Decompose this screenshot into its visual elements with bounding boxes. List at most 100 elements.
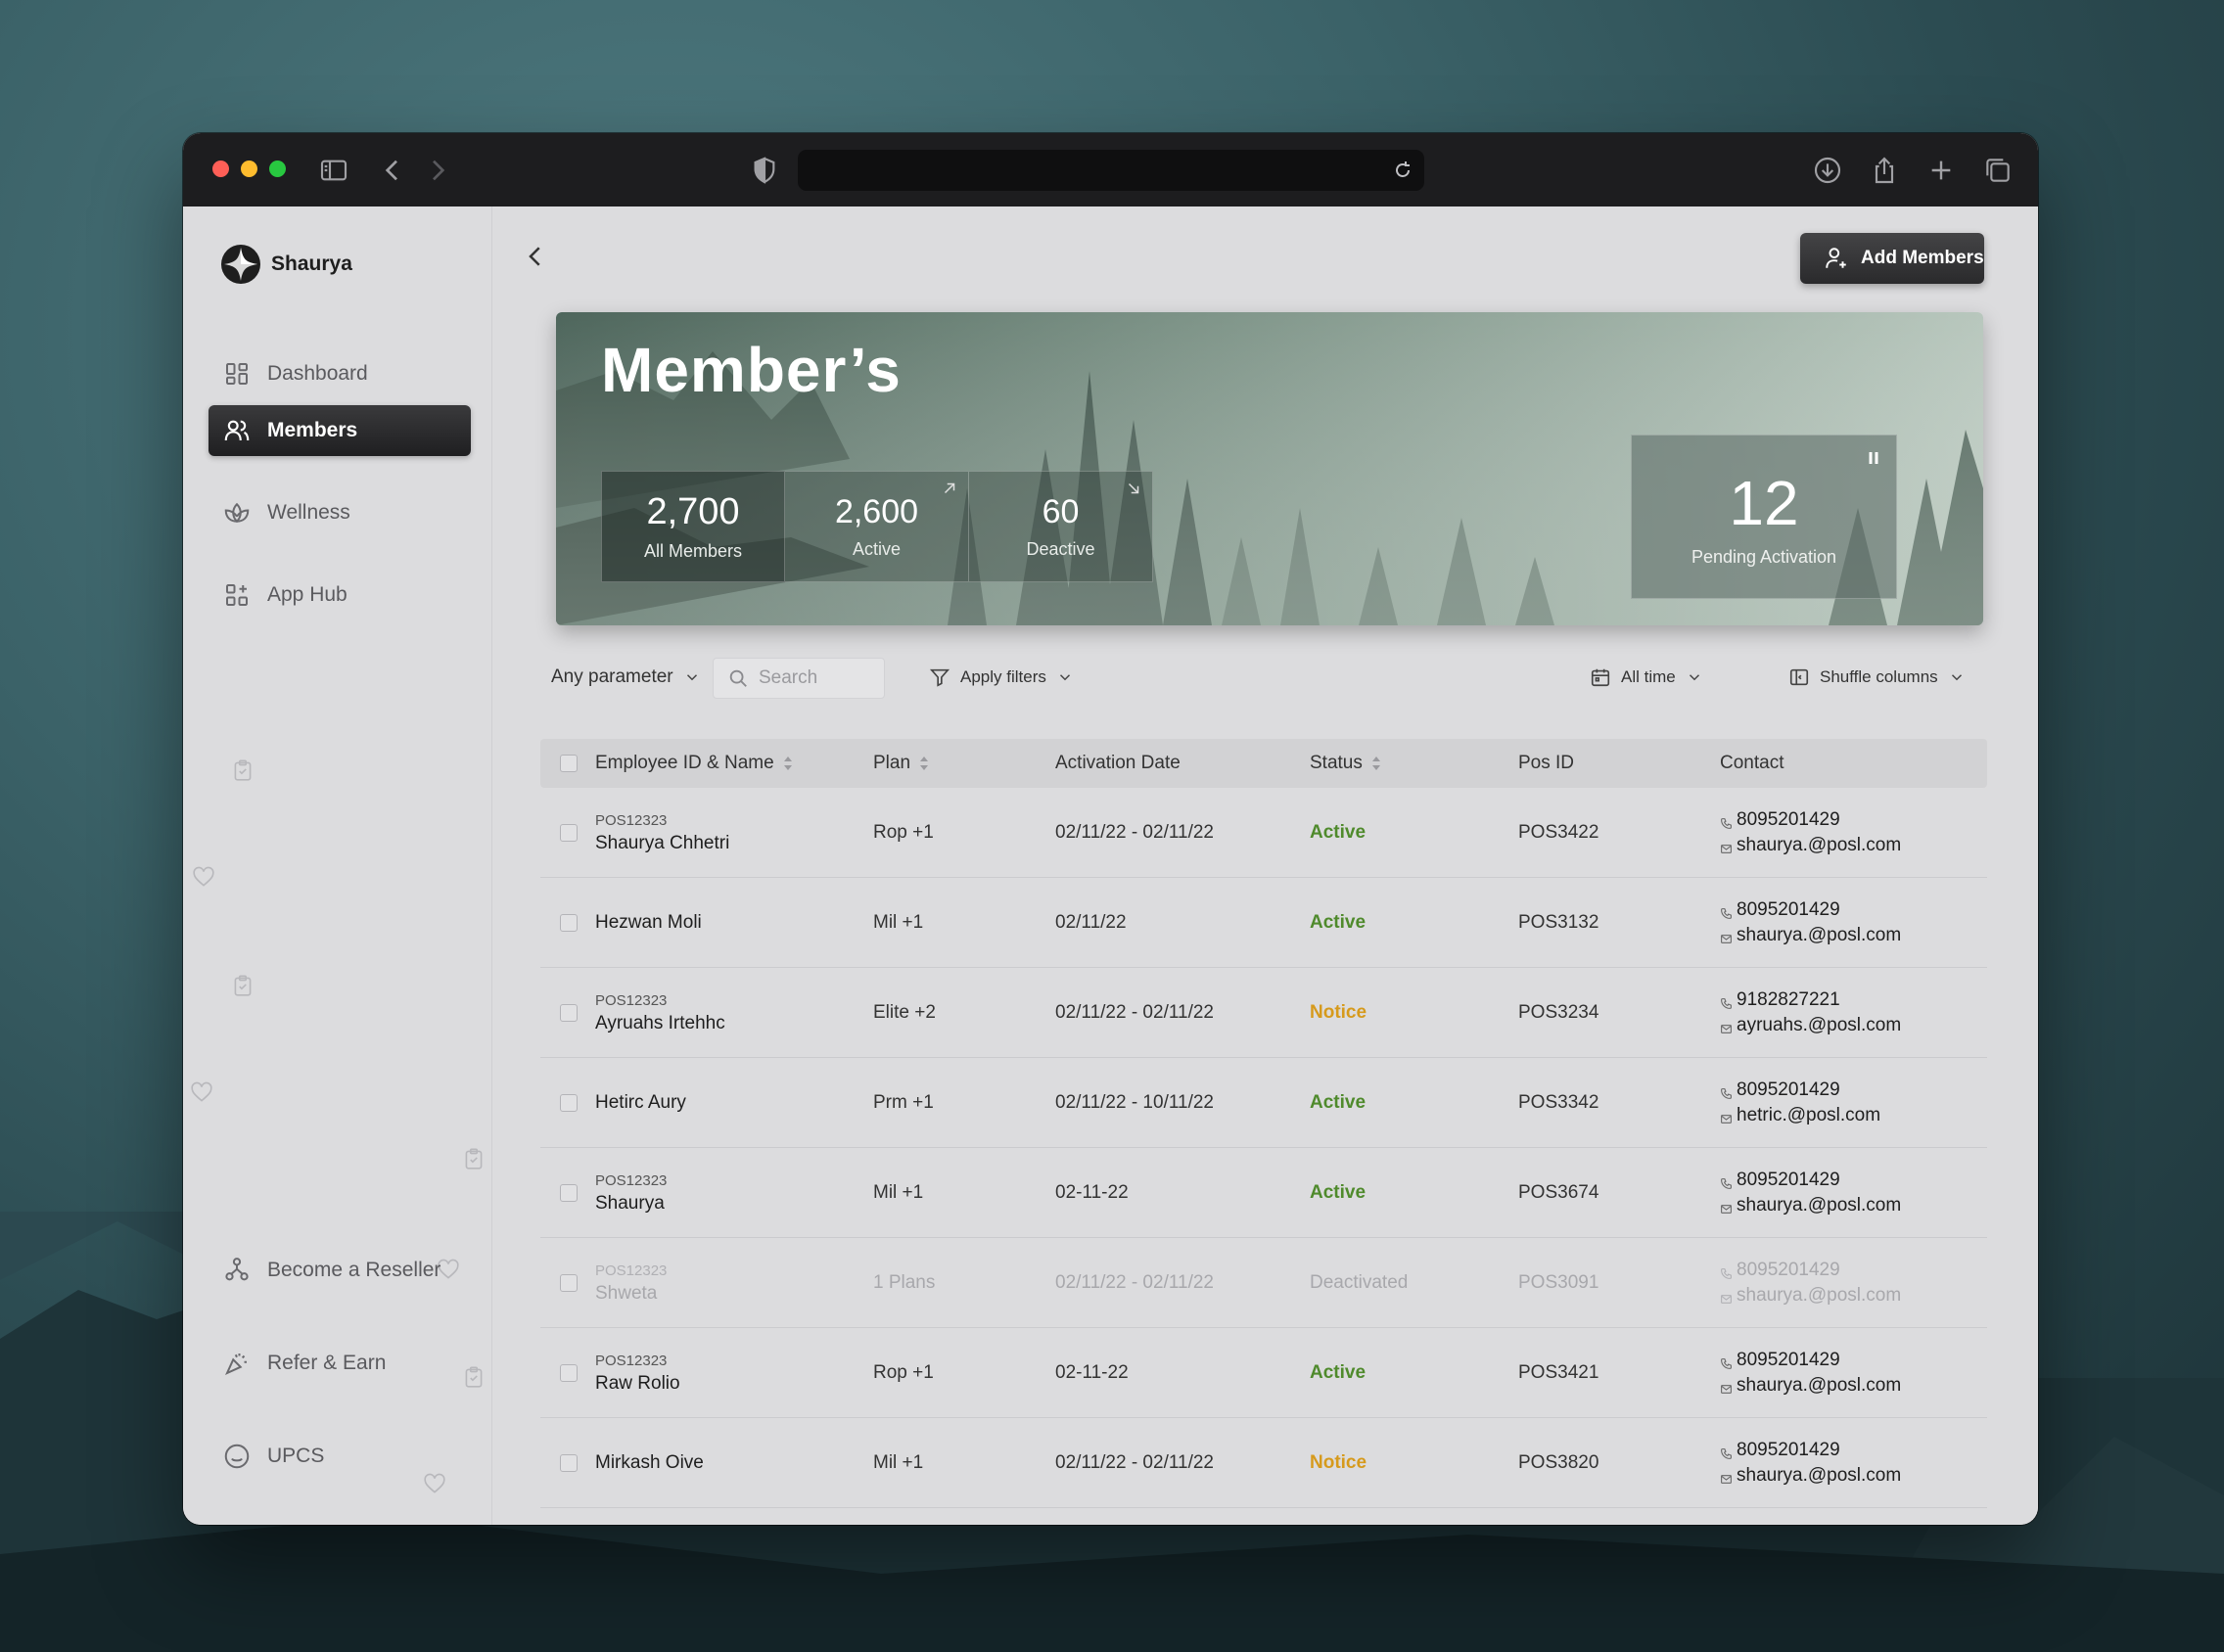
address-bar[interactable] bbox=[798, 150, 1424, 191]
sidebar-item-label: Dashboard bbox=[267, 362, 368, 385]
time-range-label: All time bbox=[1621, 667, 1676, 686]
privacy-shield-icon[interactable] bbox=[749, 155, 780, 186]
page-title: Member’s bbox=[601, 335, 902, 405]
browser-forward-icon[interactable] bbox=[422, 155, 453, 186]
apply-filters-dropdown[interactable]: Apply filters bbox=[929, 666, 1074, 688]
time-range-dropdown[interactable]: All time bbox=[1590, 666, 1703, 688]
table-row[interactable]: Hezwan Moli Mil +1 02/11/22 Active POS3132 80… bbox=[540, 878, 1987, 968]
contact-phone[interactable]: 8095201429 bbox=[1720, 809, 1901, 831]
tab-overview-icon[interactable] bbox=[1982, 155, 2014, 186]
search-input[interactable] bbox=[759, 667, 876, 689]
pos-id: POS3234 bbox=[1518, 1002, 1599, 1023]
contact-email[interactable]: shaurya.@posl.com bbox=[1720, 925, 1901, 946]
table-row[interactable]: POS12323 Shaurya Chhetri Rop +1 02/11/22 - … bbox=[540, 788, 1987, 878]
contact-email[interactable]: shaurya.@posl.com bbox=[1720, 1285, 1901, 1307]
pos-id: POS3674 bbox=[1518, 1182, 1599, 1203]
add-members-button[interactable]: Add Members bbox=[1800, 233, 1984, 284]
sidebar-item-dashboard[interactable]: Dashboard bbox=[208, 348, 471, 399]
zoom-window-button[interactable] bbox=[269, 161, 286, 177]
row-checkbox[interactable] bbox=[560, 1094, 578, 1112]
brand[interactable]: Shaurya bbox=[220, 244, 352, 285]
shuffle-columns-label: Shuffle columns bbox=[1820, 667, 1938, 686]
contact-phone[interactable]: 8095201429 bbox=[1720, 1440, 1901, 1461]
row-checkbox[interactable] bbox=[560, 1454, 578, 1472]
clipboard-icon bbox=[230, 973, 255, 998]
sidebar-item-app-hub[interactable]: App Hub bbox=[208, 570, 471, 620]
contact-email[interactable]: shaurya.@posl.com bbox=[1720, 835, 1901, 856]
stat-all-members[interactable]: 2,700 All Members bbox=[601, 471, 785, 582]
phone-number: 8095201429 bbox=[1737, 1079, 1840, 1100]
download-icon[interactable] bbox=[1812, 155, 1843, 186]
column-header-status[interactable]: Status bbox=[1310, 739, 1382, 788]
members-table: Employee ID & Name Plan Activation Date … bbox=[540, 739, 1987, 1508]
contact-phone[interactable]: 8095201429 bbox=[1720, 1079, 1880, 1101]
wellness-icon bbox=[222, 498, 252, 528]
column-header-employee[interactable]: Employee ID & Name bbox=[595, 739, 794, 788]
contact-phone[interactable]: 8095201429 bbox=[1720, 899, 1901, 921]
contact-email[interactable]: shaurya.@posl.com bbox=[1720, 1465, 1901, 1487]
shuffle-columns-dropdown[interactable]: Shuffle columns bbox=[1788, 666, 1966, 688]
phone-icon bbox=[1720, 1354, 1733, 1369]
contact-phone[interactable]: 8095201429 bbox=[1720, 1170, 1901, 1191]
status-badge: Active bbox=[1310, 1182, 1367, 1203]
contact-phone[interactable]: 9182827221 bbox=[1720, 989, 1901, 1011]
stat-label: All Members bbox=[643, 541, 743, 561]
select-all-checkbox[interactable] bbox=[560, 755, 578, 772]
pause-icon[interactable] bbox=[1865, 449, 1882, 467]
contact-email[interactable]: shaurya.@posl.com bbox=[1720, 1195, 1901, 1216]
column-header-plan[interactable]: Plan bbox=[873, 739, 930, 788]
employee-id: POS12323 bbox=[595, 811, 668, 829]
row-checkbox[interactable] bbox=[560, 1274, 578, 1292]
parameter-dropdown[interactable]: Any parameter bbox=[551, 666, 701, 688]
row-checkbox[interactable] bbox=[560, 824, 578, 842]
plan: Prm +1 bbox=[873, 1092, 934, 1113]
row-checkbox[interactable] bbox=[560, 1184, 578, 1202]
email-address: shaurya.@posl.com bbox=[1737, 1375, 1902, 1396]
phone-number: 8095201429 bbox=[1737, 899, 1840, 920]
sidebar-item-refer-earn[interactable]: Refer & Earn bbox=[208, 1338, 471, 1389]
chevron-down-icon bbox=[1951, 674, 1962, 681]
reload-icon[interactable] bbox=[1391, 159, 1414, 182]
mail-icon bbox=[1720, 1380, 1733, 1394]
pending-activation-card[interactable]: 12 Pending Activation bbox=[1631, 435, 1897, 599]
employee-name: Shaurya bbox=[595, 1192, 665, 1214]
row-checkbox[interactable] bbox=[560, 1364, 578, 1382]
status-badge: Notice bbox=[1310, 1452, 1367, 1473]
phone-icon bbox=[1720, 1445, 1733, 1459]
contact-email[interactable]: hetric.@posl.com bbox=[1720, 1105, 1880, 1126]
stat-deactive[interactable]: 60 Deactive bbox=[969, 471, 1153, 582]
email-address: shaurya.@posl.com bbox=[1737, 925, 1902, 945]
table-row[interactable]: POS12323 Shaurya Mil +1 02-11-22 Active POS36… bbox=[540, 1148, 1987, 1238]
sidebar-toggle-icon[interactable] bbox=[318, 155, 349, 186]
sidebar-item-upcs[interactable]: UPCS bbox=[208, 1431, 471, 1482]
browser-back-icon[interactable] bbox=[377, 155, 408, 186]
search-icon bbox=[729, 669, 747, 687]
row-checkbox[interactable] bbox=[560, 914, 578, 932]
search-field[interactable] bbox=[713, 658, 885, 699]
table-row[interactable]: POS12323 Raw Rolio Rop +1 02-11-22 Active POS… bbox=[540, 1328, 1987, 1418]
contact-email[interactable]: shaurya.@posl.com bbox=[1720, 1375, 1901, 1397]
sidebar-item-members[interactable]: Members bbox=[208, 405, 471, 456]
table-row[interactable]: POS12323 Shweta 1 Plans 02/11/22 - 02/11/22… bbox=[540, 1238, 1987, 1328]
employee-id: POS12323 bbox=[595, 1352, 668, 1369]
brand-logo-icon bbox=[221, 245, 260, 284]
minimize-window-button[interactable] bbox=[241, 161, 257, 177]
contact-phone[interactable]: 8095201429 bbox=[1720, 1260, 1901, 1281]
heart-hand-icon bbox=[191, 864, 216, 890]
share-icon[interactable] bbox=[1869, 155, 1900, 186]
contact-phone[interactable]: 8095201429 bbox=[1720, 1350, 1901, 1371]
row-checkbox[interactable] bbox=[560, 1004, 578, 1022]
table-row[interactable]: Mirkash Oive Mil +1 02/11/22 - 02/11/22 Not… bbox=[540, 1418, 1987, 1508]
pos-id: POS3132 bbox=[1518, 912, 1599, 933]
sidebar-item-become-reseller[interactable]: Become a Reseller bbox=[208, 1245, 471, 1296]
table-row[interactable]: Hetirc Aury Prm +1 02/11/22 - 10/11/22 Acti… bbox=[540, 1058, 1987, 1148]
close-window-button[interactable] bbox=[212, 161, 229, 177]
contact-email[interactable]: ayruahs.@posl.com bbox=[1720, 1015, 1901, 1036]
table-row[interactable]: POS12323 Ayruahs Irtehhc Elite +2 02/11/22 … bbox=[540, 968, 1987, 1058]
email-address: shaurya.@posl.com bbox=[1737, 1195, 1902, 1216]
sidebar-item-wellness[interactable]: Wellness bbox=[208, 487, 471, 538]
stat-value: 2,700 bbox=[646, 491, 740, 532]
collapse-back-icon[interactable] bbox=[521, 242, 550, 271]
new-tab-icon[interactable] bbox=[1925, 155, 1957, 186]
stat-active[interactable]: 2,600 Active bbox=[785, 471, 969, 582]
